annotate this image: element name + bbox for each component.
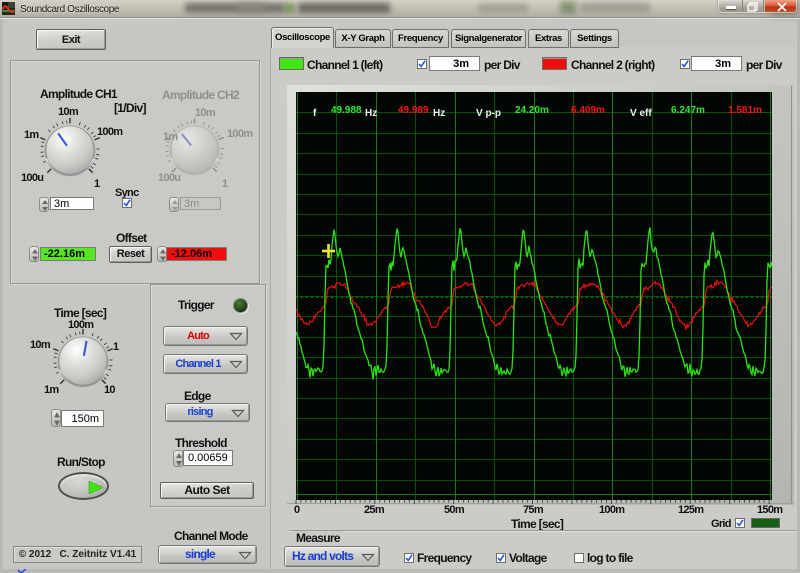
- svg-text:49.988: 49.988: [331, 105, 362, 116]
- svg-text:24.20m: 24.20m: [515, 105, 549, 116]
- svg-text:Hz: Hz: [433, 108, 445, 119]
- svg-text:V eff: V eff: [630, 108, 652, 119]
- svg-text:6.409m: 6.409m: [571, 105, 605, 116]
- svg-text:1.581m: 1.581m: [728, 105, 762, 116]
- svg-text:Hz: Hz: [365, 108, 377, 119]
- svg-text:49.989: 49.989: [398, 105, 429, 116]
- svg-text:V p-p: V p-p: [476, 108, 501, 119]
- svg-text:6.247m: 6.247m: [671, 105, 705, 116]
